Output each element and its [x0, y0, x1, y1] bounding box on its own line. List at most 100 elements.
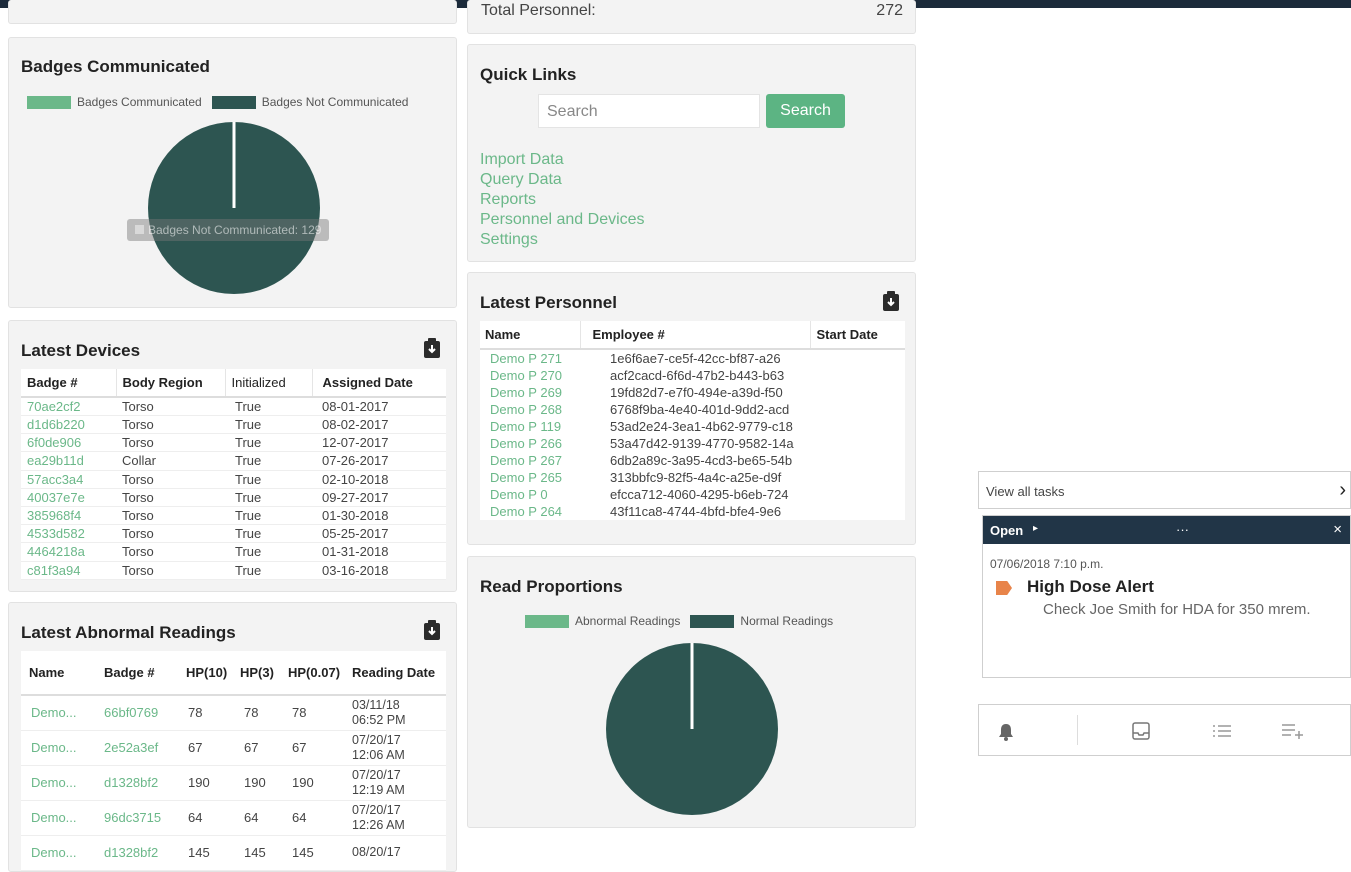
table-row[interactable]: 4464218a Torso True 01-31-2018	[21, 543, 446, 561]
abnormal-badge-link[interactable]: d1328bf2	[96, 765, 180, 800]
chevron-right-icon[interactable]: ›	[1339, 479, 1346, 502]
table-row[interactable]: 70ae2cf2 Torso True 08-01-2017	[21, 397, 446, 416]
abnormal-name-link[interactable]: Demo...	[21, 695, 96, 730]
badge-link[interactable]: 40037e7e	[21, 488, 116, 506]
table-row[interactable]: d1d6b220 Torso True 08-02-2017	[21, 416, 446, 434]
badge-link[interactable]: d1d6b220	[21, 416, 116, 434]
link-query-data[interactable]: Query Data	[480, 170, 645, 190]
table-row[interactable]: Demo P 119 53ad2e24-3ea1-4b62-9779-c18	[480, 418, 905, 435]
badge-link[interactable]: 385968f4	[21, 506, 116, 524]
personnel-name-link[interactable]: Demo P 119	[480, 418, 580, 435]
table-row[interactable]: Demo... d1328bf2 145 145 145 08/20/17	[21, 835, 446, 870]
badge-link[interactable]: 70ae2cf2	[21, 397, 116, 416]
hp007-cell: 64	[292, 810, 307, 825]
abnormal-name-link[interactable]: Demo...	[21, 730, 96, 765]
list-icon[interactable]	[1213, 724, 1231, 738]
table-row[interactable]: Demo P 267 6db2a89c-3a95-4cd3-be65-54b	[480, 452, 905, 469]
table-row[interactable]: Demo... d1328bf2 190 190 190 07/20/17 12…	[21, 765, 446, 800]
table-row[interactable]: Demo P 268 6768f9ba-4e40-401d-9dd2-acd	[480, 401, 905, 418]
personnel-name-link[interactable]: Demo P 267	[480, 452, 580, 469]
link-settings[interactable]: Settings	[480, 230, 645, 250]
table-row[interactable]: ea29b11d Collar True 07-26-2017	[21, 452, 446, 471]
table-row[interactable]: Demo P 266 53a47d42-9139-4770-9582-14a	[480, 435, 905, 452]
close-icon[interactable]: ×	[1333, 521, 1342, 538]
table-row[interactable]: 385968f4 Torso True 01-30-2018	[21, 506, 446, 525]
col-start-date[interactable]: Start Date	[810, 321, 905, 349]
task-toolbar	[978, 704, 1351, 756]
search-button[interactable]: Search	[766, 94, 845, 128]
reading-date-cell: 08/20/17	[346, 835, 446, 870]
assigned-date-cell: 12-07-2017	[322, 435, 389, 451]
badges-pie-chart[interactable]	[9, 38, 458, 309]
reading-date: 08/20/17	[352, 845, 401, 859]
abnormal-name-link[interactable]: Demo...	[21, 765, 96, 800]
col-name[interactable]: Name	[480, 321, 581, 349]
table-row[interactable]: Demo... 96dc3715 64 64 64 07/20/17 12:26…	[21, 800, 446, 835]
view-all-tasks-link[interactable]: View all tasks	[986, 484, 1065, 499]
clipboard-download-icon[interactable]	[423, 338, 441, 358]
inbox-icon[interactable]	[1132, 722, 1150, 740]
table-row[interactable]: Demo... 2e52a3ef 67 67 67 07/20/17 12:06…	[21, 730, 446, 765]
table-row[interactable]: Demo P 271 1e6f6ae7-ce5f-42cc-bf87-a26	[480, 349, 905, 367]
badge-link[interactable]: 4533d582	[21, 525, 116, 543]
personnel-name-link[interactable]: Demo P 265	[480, 469, 580, 486]
col-badge[interactable]: Badge #	[21, 369, 117, 397]
body-region-cell: Torso	[122, 508, 154, 524]
col-hp007[interactable]: HP(0.07)	[282, 651, 346, 695]
col-hp10[interactable]: HP(10)	[180, 651, 234, 695]
bell-icon[interactable]	[998, 723, 1014, 741]
table-row[interactable]: Demo P 264 43f11ca8-4744-4bfd-bfe4-9e6	[480, 503, 905, 520]
table-row[interactable]: 6f0de906 Torso True 12-07-2017	[21, 434, 446, 452]
total-personnel-panel: Total Personnel: 272	[467, 0, 916, 34]
personnel-name-link[interactable]: Demo P 264	[480, 503, 580, 520]
table-row[interactable]: Demo P 0 efcca712-4060-4295-b6eb-724	[480, 486, 905, 503]
col-body-region[interactable]: Body Region	[116, 369, 226, 397]
badge-link[interactable]: 4464218a	[21, 543, 116, 561]
clipboard-download-icon[interactable]	[882, 291, 900, 311]
alert-title[interactable]: High Dose Alert	[1027, 577, 1154, 597]
col-initialized[interactable]: Initialized	[225, 369, 313, 397]
personnel-name-link[interactable]: Demo P 266	[480, 435, 580, 452]
personnel-name-link[interactable]: Demo P 271	[480, 349, 580, 367]
table-row[interactable]: 57acc3a4 Torso True 02-10-2018	[21, 470, 446, 489]
table-row[interactable]: 40037e7e Torso True 09-27-2017	[21, 488, 446, 507]
more-options-icon[interactable]: ···	[1176, 522, 1189, 537]
abnormal-name-link[interactable]: Demo...	[21, 835, 96, 870]
search-input[interactable]: Search	[538, 94, 760, 128]
col-assigned-date[interactable]: Assigned Date	[312, 369, 446, 397]
col-employee[interactable]: Employee #	[580, 321, 811, 349]
view-all-tasks-bar[interactable]: View all tasks ›	[978, 471, 1351, 509]
badge-link[interactable]: ea29b11d	[21, 452, 116, 470]
link-reports[interactable]: Reports	[480, 190, 645, 210]
read-proportions-pie-chart[interactable]	[468, 557, 917, 829]
badge-link[interactable]: 6f0de906	[21, 434, 116, 452]
badge-link[interactable]: c81f3a94	[21, 561, 116, 579]
abnormal-badge-link[interactable]: d1328bf2	[96, 835, 180, 870]
abnormal-name-link[interactable]: Demo...	[21, 800, 96, 835]
table-row[interactable]: Demo... 66bf0769 78 78 78 03/11/18 06:52…	[21, 695, 446, 730]
task-status[interactable]: Open	[990, 523, 1023, 538]
personnel-table: Name Employee # Start Date Demo P 271 1e…	[480, 321, 905, 520]
col-hp3[interactable]: HP(3)	[234, 651, 282, 695]
table-row[interactable]: Demo P 270 acf2cacd-6f6d-47b2-b443-b63	[480, 367, 905, 384]
personnel-name-link[interactable]: Demo P 269	[480, 384, 580, 401]
col-name[interactable]: Name	[21, 651, 96, 695]
personnel-name-link[interactable]: Demo P 268	[480, 401, 580, 418]
personnel-name-link[interactable]: Demo P 0	[480, 486, 580, 503]
table-row[interactable]: Demo P 265 313bbfc9-82f5-4a4c-a25e-d9f	[480, 469, 905, 486]
abnormal-badge-link[interactable]: 66bf0769	[96, 695, 180, 730]
col-badge[interactable]: Badge #	[96, 651, 180, 695]
status-caret-icon[interactable]: ▸	[1033, 523, 1038, 534]
table-row[interactable]: Demo P 269 19fd82d7-e7f0-494e-a39d-f50	[480, 384, 905, 401]
table-row[interactable]: 4533d582 Torso True 05-25-2017	[21, 525, 446, 543]
personnel-name-link[interactable]: Demo P 270	[480, 367, 580, 384]
link-personnel-devices[interactable]: Personnel and Devices	[480, 210, 645, 230]
abnormal-badge-link[interactable]: 2e52a3ef	[96, 730, 180, 765]
clipboard-download-icon[interactable]	[423, 620, 441, 640]
table-row[interactable]: c81f3a94 Torso True 03-16-2018	[21, 561, 446, 580]
badge-link[interactable]: 57acc3a4	[21, 470, 116, 488]
col-reading-date[interactable]: Reading Date	[346, 651, 446, 695]
add-list-icon[interactable]	[1282, 723, 1304, 739]
abnormal-badge-link[interactable]: 96dc3715	[96, 800, 180, 835]
link-import-data[interactable]: Import Data	[480, 150, 645, 170]
